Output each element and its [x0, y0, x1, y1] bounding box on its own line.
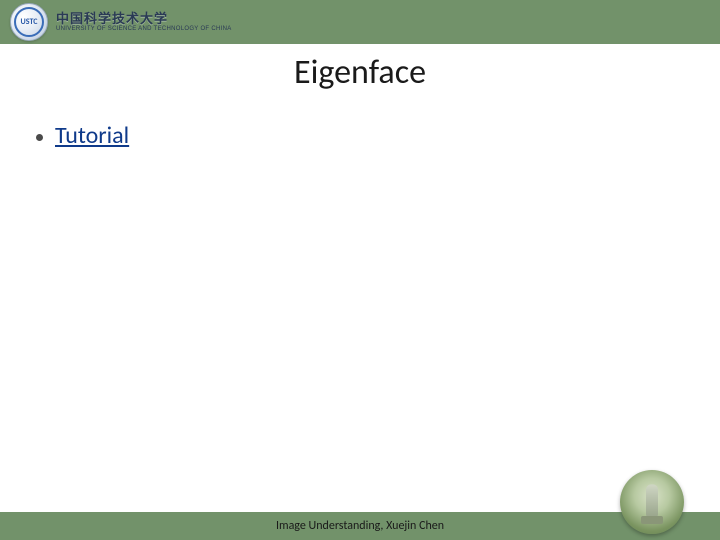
slide-content: Tutorial	[0, 93, 720, 150]
university-name-zh: 中国科学技术大学	[56, 12, 232, 26]
footer-text: Image Understanding, Xuejin Chen	[276, 519, 444, 533]
tutorial-link[interactable]: Tutorial	[55, 121, 129, 150]
bullet-item: Tutorial	[36, 121, 684, 150]
title-area: Eigenface	[0, 52, 720, 93]
university-logo: USTC	[10, 3, 48, 41]
university-name-en: UNIVERSITY OF SCIENCE AND TECHNOLOGY OF …	[56, 26, 232, 32]
university-name-block: 中国科学技术大学 UNIVERSITY OF SCIENCE AND TECHN…	[56, 12, 232, 32]
slide-title: Eigenface	[0, 52, 720, 93]
bullet-dot-icon	[36, 134, 43, 141]
footer-bar: Image Understanding, Xuejin Chen	[0, 512, 720, 540]
statue-image	[620, 470, 684, 534]
header-bar: USTC 中国科学技术大学 UNIVERSITY OF SCIENCE AND …	[0, 0, 720, 44]
